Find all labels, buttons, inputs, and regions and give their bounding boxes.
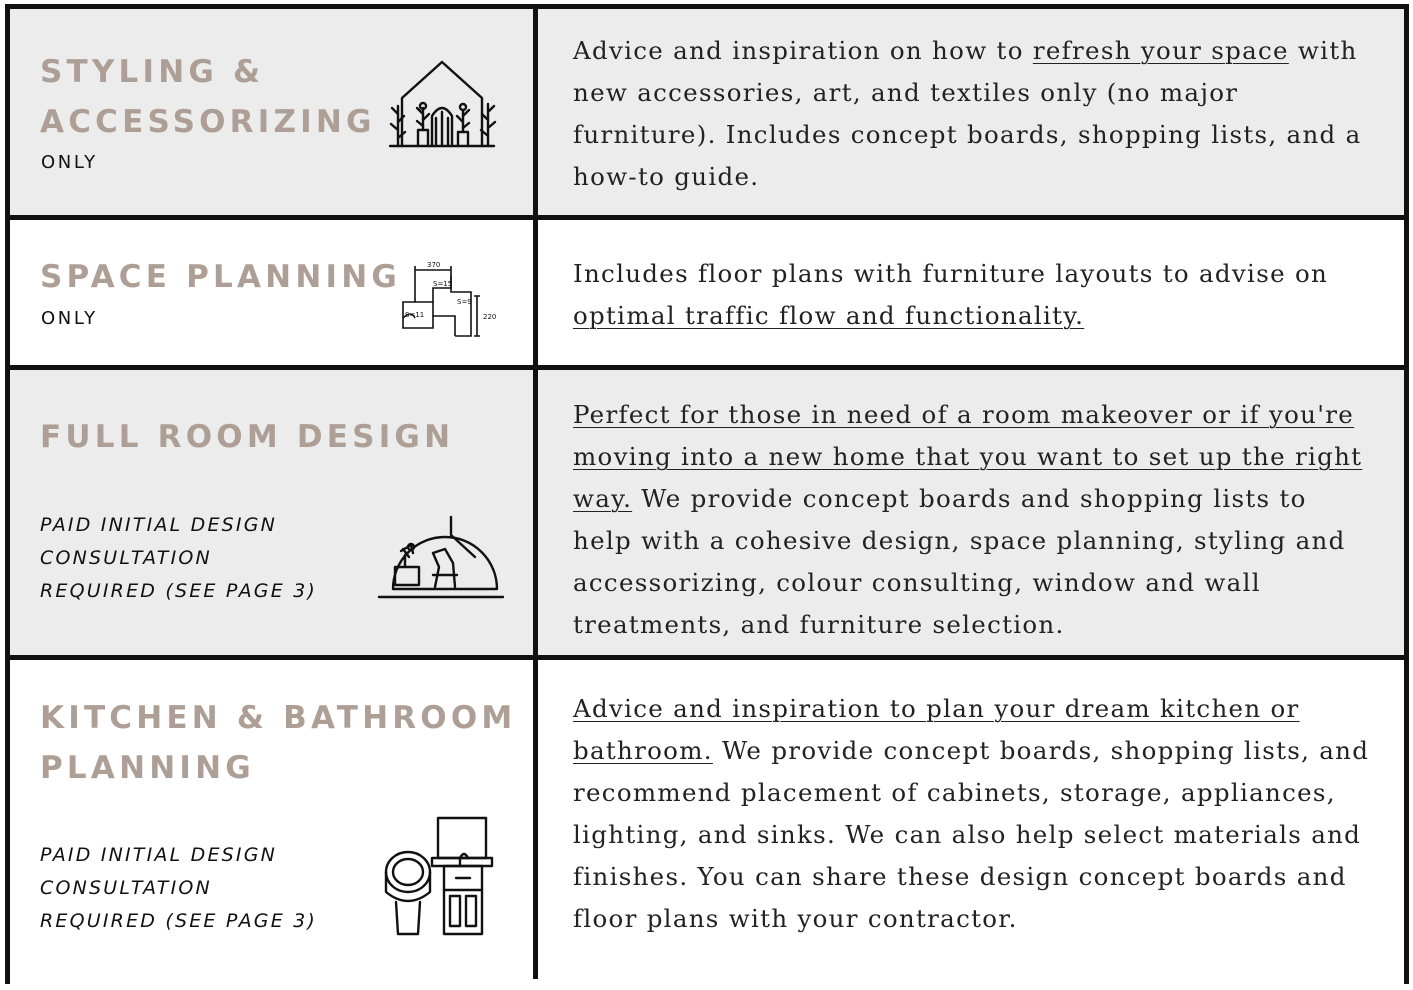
row-qualifier: ONLY [41,308,98,329]
row-title: FULL ROOM DESIGN [40,412,454,462]
house-plants-icon [384,56,500,148]
description-text: We provide concept boards, shopping list… [573,736,1370,933]
row-title-line: STYLING & [40,54,265,90]
row-space-planning: SPACE PLANNING ONLY 370 S=15 S=9 S=11 22… [10,220,1404,365]
row-title: SPACE PLANNING [40,252,401,302]
room-chair-icon [375,505,505,601]
bathroom-toilet-vanity-icon [374,814,498,938]
plan-dimension-label: S=9 [457,298,472,306]
note-line: PAID INITIAL DESIGN [40,514,278,536]
consultation-note: PAID INITIAL DESIGN CONSULTATION REQUIRE… [40,509,317,608]
row-qualifier: ONLY [41,152,98,173]
note-line: CONSULTATION [40,547,212,569]
row-styling: STYLING & ACCESSORIZING ONLY Advice and … [10,9,1404,215]
column-divider [533,9,538,979]
row-full-room-design: FULL ROOM DESIGN PAID INITIAL DESIGN CON… [10,370,1404,655]
note-line: CONSULTATION [40,877,212,899]
row-kitchen-bathroom: KITCHEN & BATHROOM PLANNING PAID INITIAL… [10,660,1404,990]
row-description: Includes floor plans with furniture layo… [573,253,1373,337]
row-description: Perfect for those in need of a room make… [573,394,1373,646]
plan-dimension-label: S=15 [433,280,452,288]
services-table: STYLING & ACCESSORIZING ONLY Advice and … [5,4,1409,990]
description-text: Includes floor plans with furniture layo… [573,259,1329,288]
floor-plan-icon: 370 S=15 S=9 S=11 220 [393,258,503,338]
row-description: Advice and inspiration to plan your drea… [573,688,1373,940]
row-title-line: ACCESSORIZING [40,104,376,140]
row-title-line: SPACE PLANNING [40,259,401,295]
row-title-line: PLANNING [40,750,255,786]
note-line: PAID INITIAL DESIGN [40,844,278,866]
row-title-line: KITCHEN & BATHROOM [40,700,517,736]
plan-dimension-label: 220 [483,313,496,321]
description-text: We provide concept boards and shopping l… [573,484,1346,639]
row-title: KITCHEN & BATHROOM PLANNING [40,693,516,793]
description-text: Advice and inspiration on how to [573,36,1033,65]
note-line: REQUIRED (SEE PAGE 3) [40,580,318,602]
plan-dimension-label: 370 [427,261,440,269]
row-title-line: FULL ROOM DESIGN [40,419,455,455]
description-highlight: optimal traffic flow and functionality. [573,301,1085,330]
description-highlight: refresh your space [1032,36,1289,65]
consultation-note: PAID INITIAL DESIGN CONSULTATION REQUIRE… [40,839,317,938]
row-description: Advice and inspiration on how to refresh… [573,30,1373,198]
row-title: STYLING & ACCESSORIZING [40,47,376,147]
note-line: REQUIRED (SEE PAGE 3) [40,910,318,932]
